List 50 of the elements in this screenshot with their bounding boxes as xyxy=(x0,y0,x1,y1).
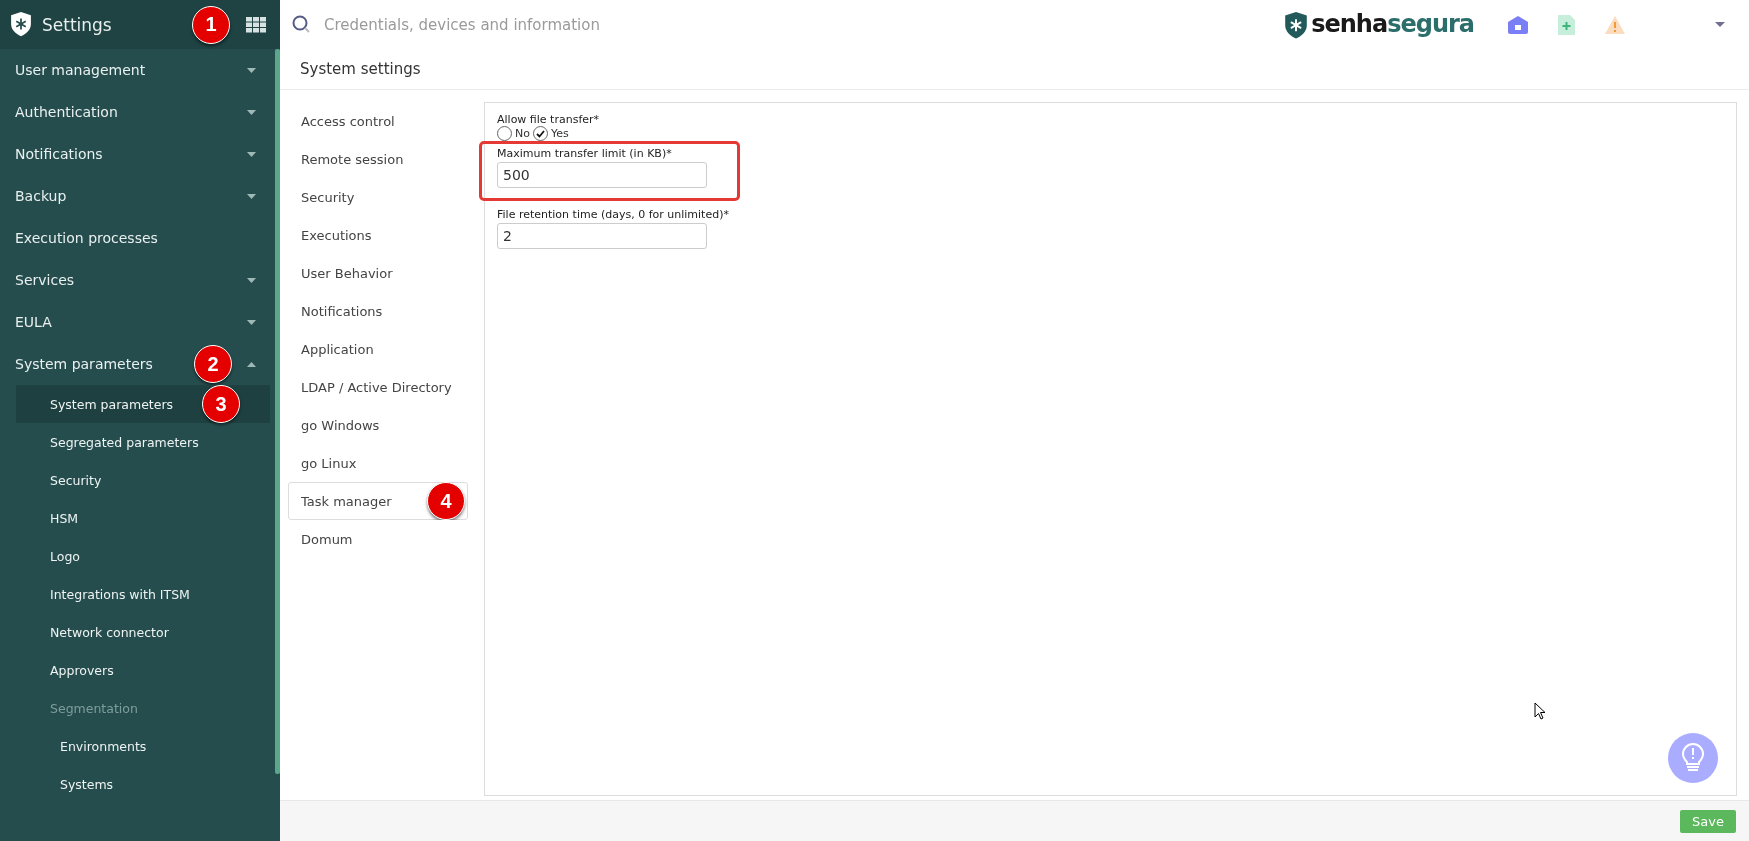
scrollbar[interactable] xyxy=(275,49,280,774)
sidebar-subitem[interactable]: Approvers xyxy=(16,651,270,689)
field-label: Maximum transfer limit (in KB)* xyxy=(497,147,673,160)
sidebar-item[interactable]: User management xyxy=(0,49,270,91)
sidebar-title: Settings xyxy=(42,14,113,35)
caret-down-icon xyxy=(247,151,256,157)
home-icon[interactable] xyxy=(1508,15,1528,34)
caret-down-icon xyxy=(247,277,256,283)
annotation-number: 3 xyxy=(202,385,240,423)
radio-label: Yes xyxy=(550,127,569,140)
sidebar-subitem[interactable]: System parameters 3 xyxy=(16,385,270,423)
sidebar-item[interactable]: System parameters 2 xyxy=(0,343,270,385)
apps-grid-icon[interactable] xyxy=(246,16,266,33)
dropdown-caret-icon[interactable] xyxy=(1715,22,1725,27)
sidebar-item[interactable]: Backup xyxy=(0,175,270,217)
sidebar-item[interactable]: Execution processes xyxy=(0,217,270,259)
caret-down-icon xyxy=(247,109,256,115)
add-document-icon[interactable] xyxy=(1558,14,1575,35)
input-field[interactable]: 500 xyxy=(497,162,707,188)
sidebar-subitem[interactable]: Integrations with ITSM xyxy=(16,575,270,613)
sidebar-subitem[interactable]: HSM xyxy=(16,499,270,537)
annotation-number: 2 xyxy=(194,345,232,383)
search-icon xyxy=(292,14,312,35)
annotation-number: 4 xyxy=(427,482,465,520)
settings-tab[interactable]: Task manager 4 xyxy=(288,482,468,520)
checkmark-icon xyxy=(535,129,545,138)
caret-down-icon xyxy=(247,319,256,325)
sidebar-subitem[interactable]: Segregated parameters xyxy=(16,423,270,461)
annotation-number: 1 xyxy=(192,5,230,44)
brand-logo: senhasegura xyxy=(1284,10,1474,39)
sidebar-subitem[interactable]: Logo xyxy=(16,537,270,575)
sidebar-item[interactable]: EULA xyxy=(0,301,270,343)
lightbulb-icon xyxy=(1682,743,1704,773)
caret-down-icon xyxy=(247,67,256,73)
sidebar-subitem[interactable]: Security xyxy=(16,461,270,499)
input-field[interactable]: 2 xyxy=(497,223,707,249)
sidebar-item[interactable]: Authentication xyxy=(0,91,270,133)
sidebar-item[interactable]: Notifications xyxy=(0,133,270,175)
sidebar-subitem[interactable]: Network connector xyxy=(16,613,270,651)
field-label: File retention time (days, 0 for unlimited)* xyxy=(497,208,730,221)
sidebar-item[interactable]: Services xyxy=(0,259,270,301)
page-title: System settings xyxy=(300,60,421,78)
warning-icon[interactable] xyxy=(1605,15,1625,34)
radio-label: No xyxy=(515,127,530,140)
caret-up-icon xyxy=(247,361,256,367)
shield-logo-icon xyxy=(10,12,32,37)
field-label: Allow file transfer* xyxy=(497,113,601,126)
caret-down-icon xyxy=(247,193,256,199)
help-lightbulb-button[interactable] xyxy=(1668,733,1718,783)
mouse-cursor-icon xyxy=(1534,702,1546,720)
